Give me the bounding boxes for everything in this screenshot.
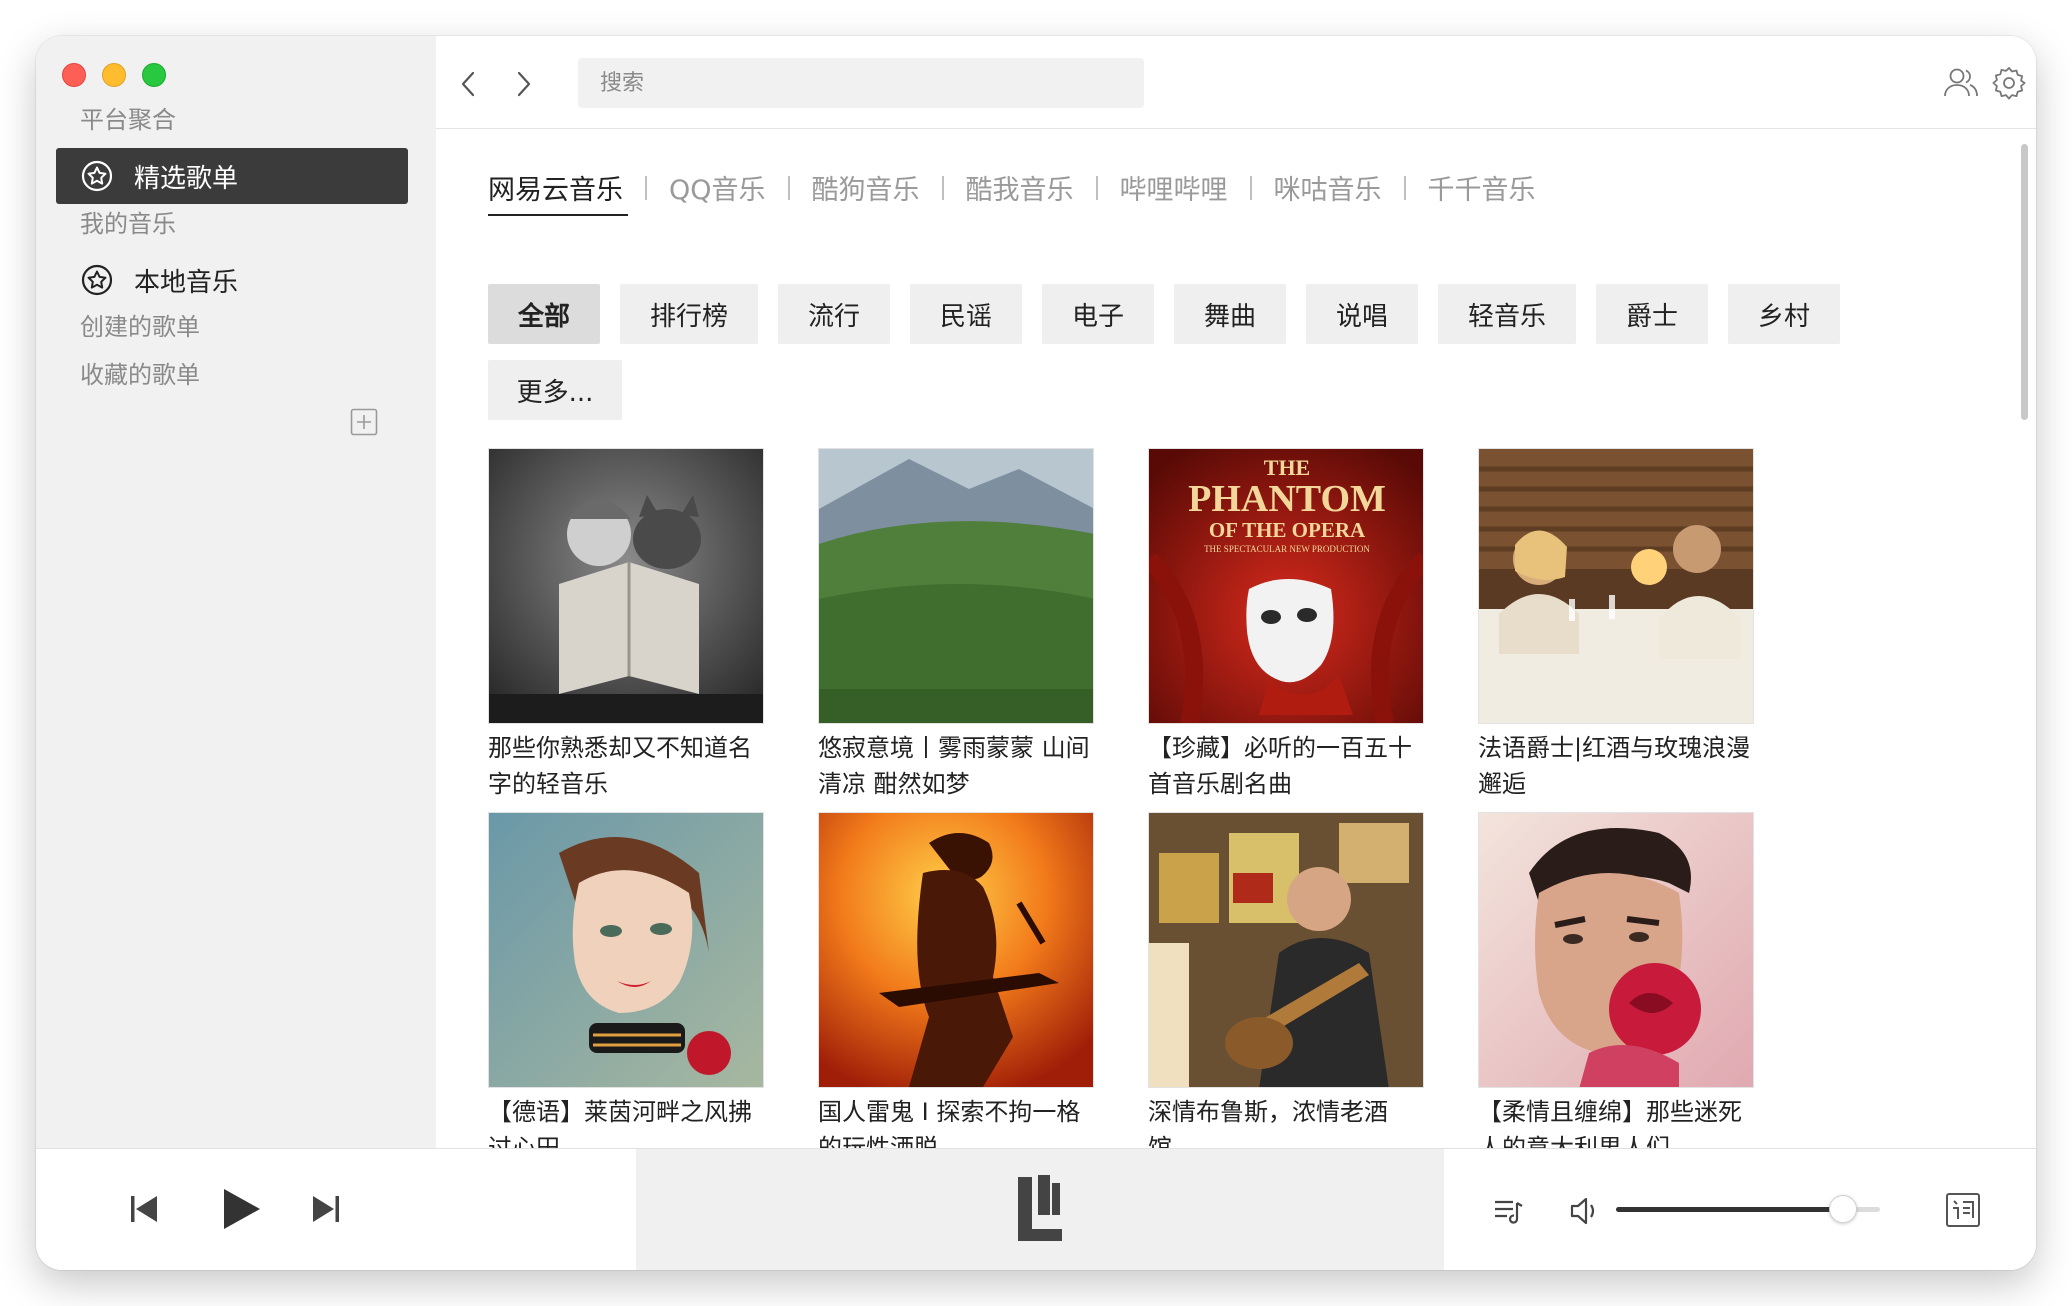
playlist-icon[interactable] — [1488, 1191, 1528, 1231]
playlist-title[interactable]: 国人雷鬼 I 探索不拘一格的玩性洒脱 — [818, 1094, 1094, 1148]
minimize-window-button[interactable] — [102, 63, 126, 87]
tab-divider — [787, 175, 790, 200]
now-playing-area[interactable] — [636, 1149, 1444, 1270]
playlist-card[interactable]: 【德语】莱茵河畔之风拂过心田 — [488, 812, 764, 1148]
top-bar — [436, 36, 2036, 129]
sidebar-section-my-music: 我的音乐 — [80, 210, 176, 238]
cover-title-line: PHANTOM — [1188, 478, 1386, 520]
tab-divider — [645, 175, 647, 200]
volume-slider-knob[interactable] — [1829, 1195, 1858, 1223]
volume-icon[interactable] — [1566, 1191, 1606, 1231]
playlist-card[interactable]: 【柔情且缠绵】那些迷死人的意大利男人们 — [1478, 812, 1754, 1148]
sidebar-section-platform: 平台聚合 — [80, 106, 176, 134]
tab-divider — [941, 175, 944, 200]
app-logo-icon — [1016, 1173, 1064, 1245]
category-chip-more[interactable]: 更多... — [488, 360, 622, 420]
player-bar — [36, 1148, 2036, 1270]
playlist-title[interactable]: 法语爵士|红酒与玫瑰浪漫邂逅 — [1478, 730, 1754, 802]
category-chip-jazz[interactable]: 爵士 — [1596, 284, 1708, 344]
tab-migu[interactable]: 咪咕音乐 — [1274, 168, 1382, 207]
sidebar-item-label: 本地音乐 — [134, 267, 239, 298]
skip-next-icon[interactable] — [306, 1189, 346, 1229]
playlist-card[interactable]: 国人雷鬼 I 探索不拘一格的玩性洒脱 — [818, 812, 1094, 1148]
category-chip-pop[interactable]: 流行 — [778, 284, 890, 344]
playlist-card[interactable]: 深情布鲁斯，浓情老酒馆。 — [1148, 812, 1424, 1148]
lyrics-icon[interactable] — [1940, 1187, 1986, 1233]
playlist-cover[interactable] — [1478, 448, 1754, 724]
category-chip-charts[interactable]: 排行榜 — [620, 284, 758, 344]
tab-qianqian[interactable]: 千千音乐 — [1428, 168, 1536, 207]
category-chip-electronic[interactable]: 电子 — [1042, 284, 1154, 344]
category-chip-light-music[interactable]: 轻音乐 — [1438, 284, 1576, 344]
sidebar-item-created-playlists[interactable]: 创建的歌单 — [80, 307, 200, 342]
tab-divider — [1095, 175, 1098, 200]
sidebar-item-featured-playlists[interactable]: 精选歌单 — [56, 148, 408, 204]
sidebar-item-favorited-playlists[interactable]: 收藏的歌单 — [80, 355, 200, 390]
category-chip-all[interactable]: 全部 — [488, 284, 600, 344]
playlist-title[interactable]: 【珍藏】必听的一百五十首音乐剧名曲 — [1148, 730, 1424, 802]
playlist-card[interactable]: 那些你熟悉却又不知道名字的轻音乐 — [488, 448, 764, 802]
scrollbar[interactable] — [2021, 144, 2028, 420]
tab-bilibili[interactable]: 哔哩哔哩 — [1120, 168, 1228, 207]
playlist-cover[interactable] — [488, 812, 764, 1088]
add-playlist-icon[interactable] — [350, 408, 378, 436]
playlist-cover[interactable] — [488, 448, 764, 724]
tab-netease[interactable]: 网易云音乐 — [488, 168, 623, 207]
volume-slider[interactable] — [1616, 1195, 1880, 1223]
cover-title-line: THE SPECTACULAR NEW PRODUCTION — [1204, 544, 1370, 554]
tab-kuwo[interactable]: 酷我音乐 — [966, 168, 1074, 207]
star-circle-icon — [80, 263, 114, 297]
playlist-cover[interactable] — [1148, 812, 1424, 1088]
playlist-title[interactable]: 那些你熟悉却又不知道名字的轻音乐 — [488, 730, 764, 802]
tab-qq[interactable]: QQ音乐 — [669, 168, 766, 207]
tab-divider — [1403, 175, 1406, 200]
skip-previous-icon[interactable] — [124, 1189, 164, 1229]
tab-kugou[interactable]: 酷狗音乐 — [812, 168, 920, 207]
play-icon[interactable] — [212, 1181, 268, 1237]
playlist-title[interactable]: 【柔情且缠绵】那些迷死人的意大利男人们 — [1478, 1094, 1754, 1148]
sidebar-item-label: 精选歌单 — [134, 163, 239, 194]
zoom-window-button[interactable] — [142, 63, 166, 87]
active-tab-underline — [488, 214, 628, 216]
users-icon[interactable] — [1942, 64, 1980, 102]
playlist-card[interactable]: THE PHANTOM OF THE OPERA THE SPECTACULAR… — [1148, 448, 1424, 802]
playlist-cover[interactable] — [818, 448, 1094, 724]
sidebar: 平台聚合 精选歌单 我的音乐 本地音乐 创建的歌单 收藏的歌单 — [36, 36, 436, 1148]
app-window: 平台聚合 精选歌单 我的音乐 本地音乐 创建的歌单 收藏的歌单 搜索 网易云音乐… — [36, 36, 2036, 1270]
category-chip-folk[interactable]: 民谣 — [910, 284, 1022, 344]
sidebar-item-local-music[interactable]: 本地音乐 — [56, 252, 408, 308]
playlist-title[interactable]: 悠寂意境丨雾雨蒙蒙 山间清凉 酣然如梦 — [818, 730, 1094, 802]
category-chip-country[interactable]: 乡村 — [1728, 284, 1840, 344]
platform-tabs: 网易云音乐 QQ音乐 酷狗音乐 酷我音乐 哔哩哔哩 咪咕音乐 千千音乐 — [488, 168, 1536, 207]
main-content: 网易云音乐 QQ音乐 酷狗音乐 酷我音乐 哔哩哔哩 咪咕音乐 千千音乐 全部 排… — [436, 130, 2036, 1148]
playlist-cover[interactable] — [1478, 812, 1754, 1088]
cover-title-line: OF THE OPERA — [1209, 518, 1366, 542]
star-circle-icon — [80, 159, 114, 193]
tab-divider — [1249, 175, 1252, 200]
playlist-title[interactable]: 深情布鲁斯，浓情老酒馆。 — [1148, 1094, 1424, 1148]
search-input[interactable] — [578, 58, 1144, 108]
volume-slider-fill — [1616, 1207, 1844, 1212]
chevron-right-icon[interactable] — [512, 66, 536, 102]
category-chip-rap[interactable]: 说唱 — [1306, 284, 1418, 344]
playlist-cover[interactable] — [818, 812, 1094, 1088]
chevron-left-icon[interactable] — [456, 66, 480, 102]
cover-title-line: THE — [1264, 455, 1310, 480]
gear-icon[interactable] — [1990, 64, 2028, 102]
close-window-button[interactable] — [62, 63, 86, 87]
playlist-card[interactable]: 悠寂意境丨雾雨蒙蒙 山间清凉 酣然如梦 — [818, 448, 1094, 802]
playlist-title[interactable]: 【德语】莱茵河畔之风拂过心田 — [488, 1094, 764, 1148]
playlist-card[interactable]: 法语爵士|红酒与玫瑰浪漫邂逅 — [1478, 448, 1754, 802]
category-chip-dance[interactable]: 舞曲 — [1174, 284, 1286, 344]
playlist-cover[interactable]: THE PHANTOM OF THE OPERA THE SPECTACULAR… — [1148, 448, 1424, 724]
